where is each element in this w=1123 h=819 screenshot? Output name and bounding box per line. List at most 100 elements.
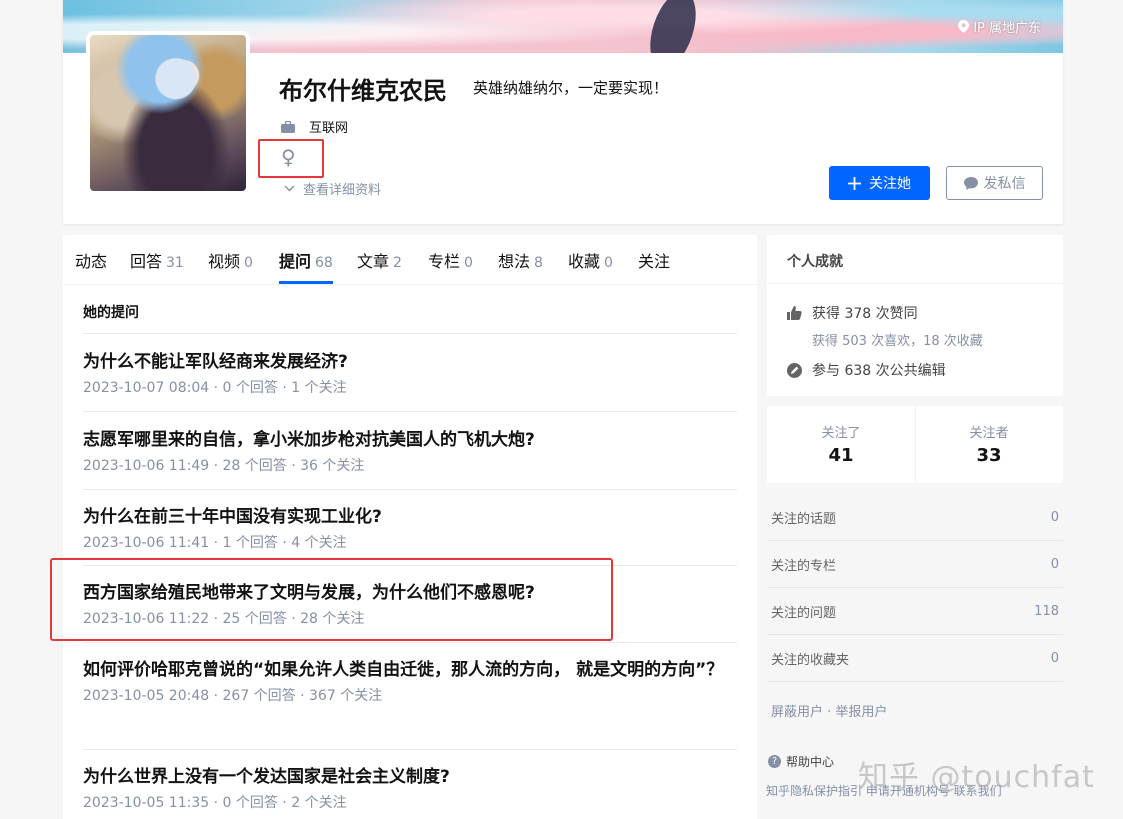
list-item[interactable]: 西方国家给殖民地带来了文明与发展，为什么他们不感恩呢? 2023-10-06 1… bbox=[83, 565, 737, 642]
divider bbox=[767, 283, 1063, 284]
stat-value: 118 bbox=[1034, 603, 1059, 619]
send-message-label: 发私信 bbox=[983, 176, 1026, 192]
question-title[interactable]: 西方国家给殖民地带来了文明与发展，为什么他们不感恩呢? bbox=[83, 579, 737, 607]
chat-bubble-icon bbox=[963, 176, 978, 190]
tab-label: 收藏 bbox=[568, 252, 601, 271]
help-center-link[interactable]: ? 帮助中心 bbox=[768, 753, 834, 770]
tab-count: 8 bbox=[534, 255, 543, 271]
block-report-links[interactable]: 屏蔽用户 · 举报用户 bbox=[771, 701, 887, 720]
stat-label: 关注的专栏 bbox=[771, 558, 837, 574]
followed-collections-row[interactable]: 关注的收藏夹 0 bbox=[767, 635, 1063, 682]
following-label: 关注了 bbox=[821, 426, 861, 441]
help-center-text: 帮助中心 bbox=[786, 755, 835, 769]
list-item[interactable]: 为什么世界上没有一个发达国家是社会主义制度? 2023-10-05 11:35 … bbox=[83, 749, 737, 819]
tab-count: 68 bbox=[315, 255, 333, 271]
question-meta: 2023-10-05 11:35 · 0 个回答 · 2 个关注 bbox=[83, 795, 347, 811]
followers-count[interactable]: 关注者 33 bbox=[915, 406, 1063, 483]
watermark: 知乎 @touchfat bbox=[858, 760, 1095, 795]
female-icon: ♀ bbox=[281, 145, 296, 169]
following-number: 41 bbox=[828, 445, 854, 466]
industry-row: 互联网 bbox=[281, 117, 348, 136]
tab-activity[interactable]: 动态 bbox=[75, 248, 107, 272]
avatar[interactable] bbox=[86, 31, 250, 195]
follow-counts-card: 关注了 41 关注者 33 bbox=[767, 406, 1063, 483]
question-mark-icon: ? bbox=[768, 755, 781, 768]
stat-label: 关注的话题 bbox=[771, 511, 837, 527]
tab-label: 回答 bbox=[130, 252, 163, 271]
question-title[interactable]: 为什么在前三十年中国没有实现工业化? bbox=[83, 503, 737, 531]
active-tab-indicator bbox=[279, 281, 333, 284]
tab-count: 31 bbox=[166, 255, 184, 271]
send-message-button[interactable]: 发私信 bbox=[946, 166, 1043, 200]
profile-header: IP 属地广东 布尔什维克农民 英雄纳雄纳尔，一定要实现！ 互联网 ♀ 查看详细… bbox=[63, 0, 1063, 224]
location-pin-icon bbox=[958, 20, 970, 33]
question-title[interactable]: 志愿军哪里来的自信，拿小米加步枪对抗美国人的飞机大炮? bbox=[83, 426, 737, 454]
tab-label: 提问 bbox=[279, 252, 312, 271]
stat-value: 0 bbox=[1050, 650, 1059, 666]
view-details-text: 查看详细资料 bbox=[303, 183, 382, 198]
list-item[interactable]: 为什么不能让军队经商来发展经济? 2023-10-07 08:04 · 0 个回… bbox=[83, 333, 737, 411]
question-meta: 2023-10-05 20:48 · 267 个回答 · 367 个关注 bbox=[83, 688, 383, 704]
tab-label: 动态 bbox=[75, 252, 108, 271]
profile-name: 布尔什维克农民 bbox=[279, 77, 447, 105]
followers-label: 关注者 bbox=[969, 426, 1009, 441]
achievements-title: 个人成就 bbox=[787, 254, 843, 270]
briefcase-icon bbox=[281, 120, 295, 133]
followed-questions-row[interactable]: 关注的问题 118 bbox=[767, 588, 1063, 635]
followed-topics-row[interactable]: 关注的话题 0 bbox=[767, 494, 1063, 541]
profile-main-panel: 动态 回答 31 视频 0 提问 68 文章 2 专栏 0 想法 8 收藏 0 关注 她的提问… bbox=[50, 235, 757, 819]
likes-sub-text: 获得 503 次喜欢，18 次收藏 bbox=[812, 334, 983, 349]
section-title: 她的提问 bbox=[83, 305, 139, 321]
list-item[interactable]: 如何评价哈耶克曾说的“如果允许人类自由迁徙，那人流的方向， 就是文明的方向”？ … bbox=[83, 642, 737, 749]
profile-headline: 英雄纳雄纳尔，一定要实现！ bbox=[473, 79, 669, 97]
tab-following[interactable]: 关注 bbox=[638, 248, 670, 272]
chevron-down-icon bbox=[284, 185, 295, 192]
thumbs-up-icon bbox=[787, 306, 802, 320]
ip-location-badge: IP 属地广东 bbox=[958, 17, 1041, 36]
list-item[interactable]: 志愿军哪里来的自信，拿小米加步枪对抗美国人的飞机大炮? 2023-10-06 1… bbox=[83, 411, 737, 489]
follow-button-label: 关注她 bbox=[869, 176, 911, 192]
tab-count: 0 bbox=[244, 255, 253, 271]
tab-label: 视频 bbox=[208, 252, 241, 271]
question-title[interactable]: 为什么世界上没有一个发达国家是社会主义制度? bbox=[83, 763, 737, 791]
plus-icon bbox=[848, 176, 861, 190]
likes-row: 获得 378 次赞同 bbox=[787, 303, 918, 323]
followed-columns-row[interactable]: 关注的专栏 0 bbox=[767, 541, 1063, 588]
edits-row: 参与 638 次公共编辑 bbox=[787, 360, 946, 380]
tab-questions[interactable]: 提问 68 bbox=[279, 248, 333, 272]
stat-label: 关注的问题 bbox=[771, 605, 837, 621]
tab-answers[interactable]: 回答 31 bbox=[130, 248, 184, 272]
tab-count: 0 bbox=[464, 255, 473, 271]
tab-count: 2 bbox=[393, 255, 402, 271]
tab-columns[interactable]: 专栏 0 bbox=[428, 248, 473, 272]
tab-pins[interactable]: 想法 8 bbox=[498, 248, 543, 272]
tab-label: 文章 bbox=[357, 252, 390, 271]
industry-text: 互联网 bbox=[309, 121, 349, 136]
follow-button[interactable]: 关注她 bbox=[829, 166, 930, 200]
tab-label: 关注 bbox=[638, 252, 671, 271]
tab-collections[interactable]: 收藏 0 bbox=[568, 248, 613, 272]
tab-label: 专栏 bbox=[428, 252, 461, 271]
likes-text: 获得 378 次赞同 bbox=[812, 306, 918, 322]
followers-number: 33 bbox=[976, 445, 1002, 466]
question-meta: 2023-10-06 11:22 · 25 个回答 · 28 个关注 bbox=[83, 611, 365, 627]
list-item[interactable]: 为什么在前三十年中国没有实现工业化? 2023-10-06 11:41 · 1 … bbox=[83, 489, 737, 565]
edit-icon bbox=[787, 362, 802, 378]
tab-videos[interactable]: 视频 0 bbox=[208, 248, 253, 272]
stat-value: 0 bbox=[1050, 556, 1059, 572]
question-title[interactable]: 如何评价哈耶克曾说的“如果允许人类自由迁徙，那人流的方向， 就是文明的方向”？ bbox=[83, 656, 737, 684]
tab-label: 想法 bbox=[498, 252, 531, 271]
question-meta: 2023-10-06 11:49 · 28 个回答 · 36 个关注 bbox=[83, 458, 365, 474]
achievements-card: 个人成就 获得 378 次赞同 获得 503 次喜欢，18 次收藏 参与 638… bbox=[767, 235, 1063, 396]
profile-tabs: 动态 回答 31 视频 0 提问 68 文章 2 专栏 0 想法 8 收藏 0 关注 bbox=[63, 235, 757, 285]
question-title[interactable]: 为什么不能让军队经商来发展经济? bbox=[83, 348, 737, 376]
view-details-link[interactable]: 查看详细资料 bbox=[284, 179, 381, 198]
question-meta: 2023-10-07 08:04 · 0 个回答 · 1 个关注 bbox=[83, 380, 347, 396]
tab-count: 0 bbox=[604, 255, 613, 271]
edits-text: 参与 638 次公共编辑 bbox=[812, 363, 946, 379]
tab-articles[interactable]: 文章 2 bbox=[357, 248, 402, 272]
stat-value: 0 bbox=[1050, 509, 1059, 525]
ip-location-text: IP 属地广东 bbox=[973, 21, 1041, 36]
question-meta: 2023-10-06 11:41 · 1 个回答 · 4 个关注 bbox=[83, 535, 347, 551]
following-count[interactable]: 关注了 41 bbox=[767, 406, 915, 483]
